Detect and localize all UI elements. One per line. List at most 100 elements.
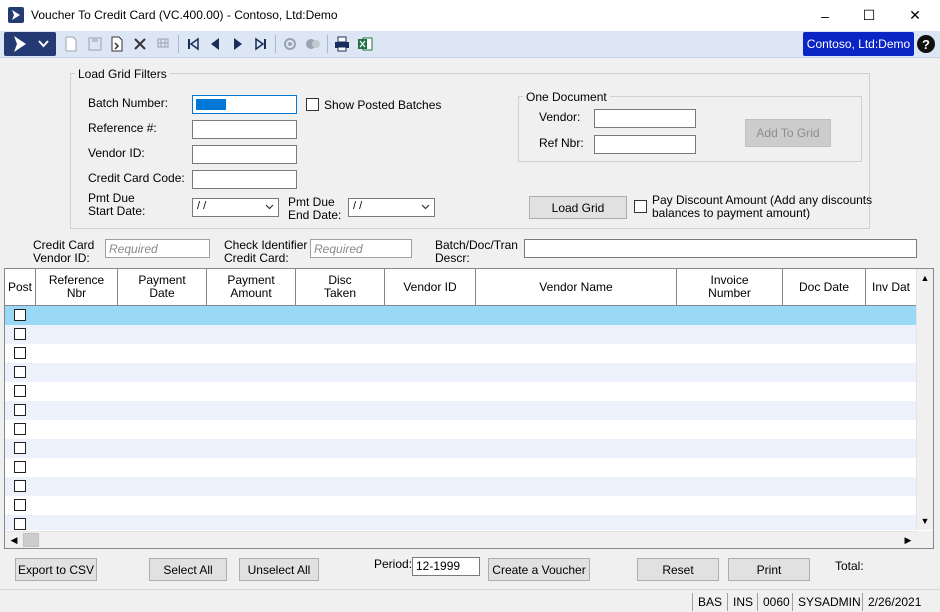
pmt-due-start-date-picker[interactable]: / / xyxy=(192,198,279,217)
batch-descr-field[interactable] xyxy=(524,239,917,258)
column-header[interactable]: Invoice Number xyxy=(677,269,783,305)
credit-card-code-field[interactable] xyxy=(192,170,297,189)
vendor-field[interactable] xyxy=(594,109,696,128)
ref-nbr-field[interactable] xyxy=(594,135,696,154)
pmt-due-end-date-picker[interactable]: / / xyxy=(348,198,435,217)
post-checkbox[interactable] xyxy=(14,461,26,473)
batch-number-field[interactable] xyxy=(192,95,297,114)
nav-menu-button[interactable] xyxy=(4,32,56,56)
show-posted-batches-checkbox[interactable] xyxy=(306,98,319,111)
close-button[interactable]: ✕ xyxy=(892,0,938,31)
credit-card-vendor-label-line2: Vendor ID: xyxy=(33,251,90,265)
post-checkbox[interactable] xyxy=(14,518,26,530)
post-checkbox[interactable] xyxy=(14,480,26,492)
pay-discount-label-line2: balances to payment amount) xyxy=(652,206,811,220)
print-icon[interactable] xyxy=(333,35,351,53)
post-checkbox[interactable] xyxy=(14,385,26,397)
vendor-id-label: Vendor ID: xyxy=(88,146,145,160)
pay-discount-label: Pay Discount Amount (Add any discounts b… xyxy=(652,194,872,220)
unselect-all-button[interactable]: Unselect All xyxy=(239,558,319,581)
reset-button[interactable]: Reset xyxy=(637,558,719,581)
scroll-right-icon[interactable]: ▶ xyxy=(900,532,916,548)
post-checkbox[interactable] xyxy=(14,366,26,378)
scroll-left-icon[interactable]: ◀ xyxy=(6,532,22,548)
column-header[interactable]: Vendor Name xyxy=(476,269,677,305)
scroll-up-icon[interactable]: ▲ xyxy=(917,270,933,286)
post-checkbox[interactable] xyxy=(14,442,26,454)
minimize-button[interactable]: – xyxy=(802,0,848,31)
credit-card-vendor-field[interactable]: Required xyxy=(105,239,210,258)
cancel-icon[interactable] xyxy=(154,35,172,53)
table-row[interactable] xyxy=(5,477,917,496)
next-record-icon[interactable] xyxy=(229,35,247,53)
voucher-grid[interactable]: Post Reference Nbr Payment Date Payment Amount… xyxy=(4,268,934,549)
post-checkbox[interactable] xyxy=(14,423,26,435)
table-row[interactable] xyxy=(5,439,917,458)
table-row[interactable] xyxy=(5,382,917,401)
column-header-label: Date xyxy=(149,286,175,300)
horizontal-scroll-thumb[interactable] xyxy=(23,533,39,547)
check-identifier-field[interactable]: Required xyxy=(310,239,412,258)
company-badge[interactable]: Contoso, Ltd:Demo xyxy=(803,32,914,56)
table-row[interactable] xyxy=(5,325,917,344)
scroll-down-icon[interactable]: ▼ xyxy=(917,513,933,529)
toolbar: Contoso, Ltd:Demo ? xyxy=(0,31,940,58)
period-label: Period: xyxy=(374,557,413,571)
column-header[interactable]: Post xyxy=(5,269,36,305)
table-row[interactable] xyxy=(5,306,917,325)
period-field[interactable]: 12-1999 xyxy=(412,557,480,576)
export-csv-button[interactable]: Export to CSV xyxy=(15,558,97,581)
help-icon[interactable]: ? xyxy=(917,35,935,53)
check-identifier-label-line2: Credit Card: xyxy=(224,251,289,265)
column-header[interactable]: Inv Dat xyxy=(866,269,917,305)
table-row[interactable] xyxy=(5,344,917,363)
save-icon[interactable] xyxy=(86,35,104,53)
print-button[interactable]: Print xyxy=(728,558,810,581)
table-row[interactable] xyxy=(5,458,917,477)
table-row[interactable] xyxy=(5,363,917,382)
last-record-icon[interactable] xyxy=(252,35,270,53)
chevron-down-icon xyxy=(38,38,49,52)
column-header[interactable]: Payment Amount xyxy=(207,269,296,305)
column-header[interactable]: Vendor ID xyxy=(385,269,476,305)
note-icon[interactable] xyxy=(281,35,299,53)
post-checkbox[interactable] xyxy=(14,499,26,511)
pmt-due-start-label-line2: Start Date: xyxy=(88,204,146,218)
vendor-id-field[interactable] xyxy=(192,145,297,164)
column-header[interactable]: Payment Date xyxy=(118,269,207,305)
new-document-icon[interactable] xyxy=(62,35,80,53)
lookup-icon[interactable] xyxy=(304,35,322,53)
toolbar-separator xyxy=(178,35,179,53)
pay-discount-checkbox[interactable] xyxy=(634,200,647,213)
first-record-icon[interactable] xyxy=(184,35,202,53)
column-header-label: Amount xyxy=(230,286,272,300)
finish-icon[interactable] xyxy=(108,35,126,53)
post-checkbox[interactable] xyxy=(14,328,26,340)
vertical-scrollbar[interactable]: ▲ ▼ xyxy=(916,269,933,530)
create-voucher-button[interactable]: Create a Voucher xyxy=(488,558,590,581)
reference-field[interactable] xyxy=(192,120,297,139)
post-checkbox[interactable] xyxy=(14,404,26,416)
horizontal-scrollbar[interactable]: ◀ ▶ xyxy=(5,531,917,548)
delete-icon[interactable] xyxy=(131,35,149,53)
table-row[interactable] xyxy=(5,420,917,439)
column-header[interactable]: Reference Nbr xyxy=(36,269,118,305)
add-to-grid-button[interactable]: Add To Grid xyxy=(745,119,831,147)
table-row[interactable] xyxy=(5,496,917,515)
maximize-button[interactable]: ☐ xyxy=(846,0,892,31)
pmt-due-end-label: Pmt Due End Date: xyxy=(288,196,341,222)
table-row[interactable] xyxy=(5,515,917,530)
column-header-label: Vendor Name xyxy=(539,279,613,294)
load-grid-button[interactable]: Load Grid xyxy=(529,196,627,219)
column-header[interactable]: Disc Taken xyxy=(296,269,385,305)
post-checkbox[interactable] xyxy=(14,309,26,321)
table-row[interactable] xyxy=(5,401,917,420)
status-bar: BAS INS 0060 SYSADMIN 2/26/2021 xyxy=(0,589,940,612)
previous-record-icon[interactable] xyxy=(206,35,224,53)
toolbar-separator xyxy=(275,35,276,53)
post-checkbox[interactable] xyxy=(14,347,26,359)
select-all-button[interactable]: Select All xyxy=(149,558,227,581)
excel-icon[interactable] xyxy=(356,35,374,53)
column-header-label: Nbr xyxy=(66,286,87,300)
column-header[interactable]: Doc Date xyxy=(783,269,866,305)
